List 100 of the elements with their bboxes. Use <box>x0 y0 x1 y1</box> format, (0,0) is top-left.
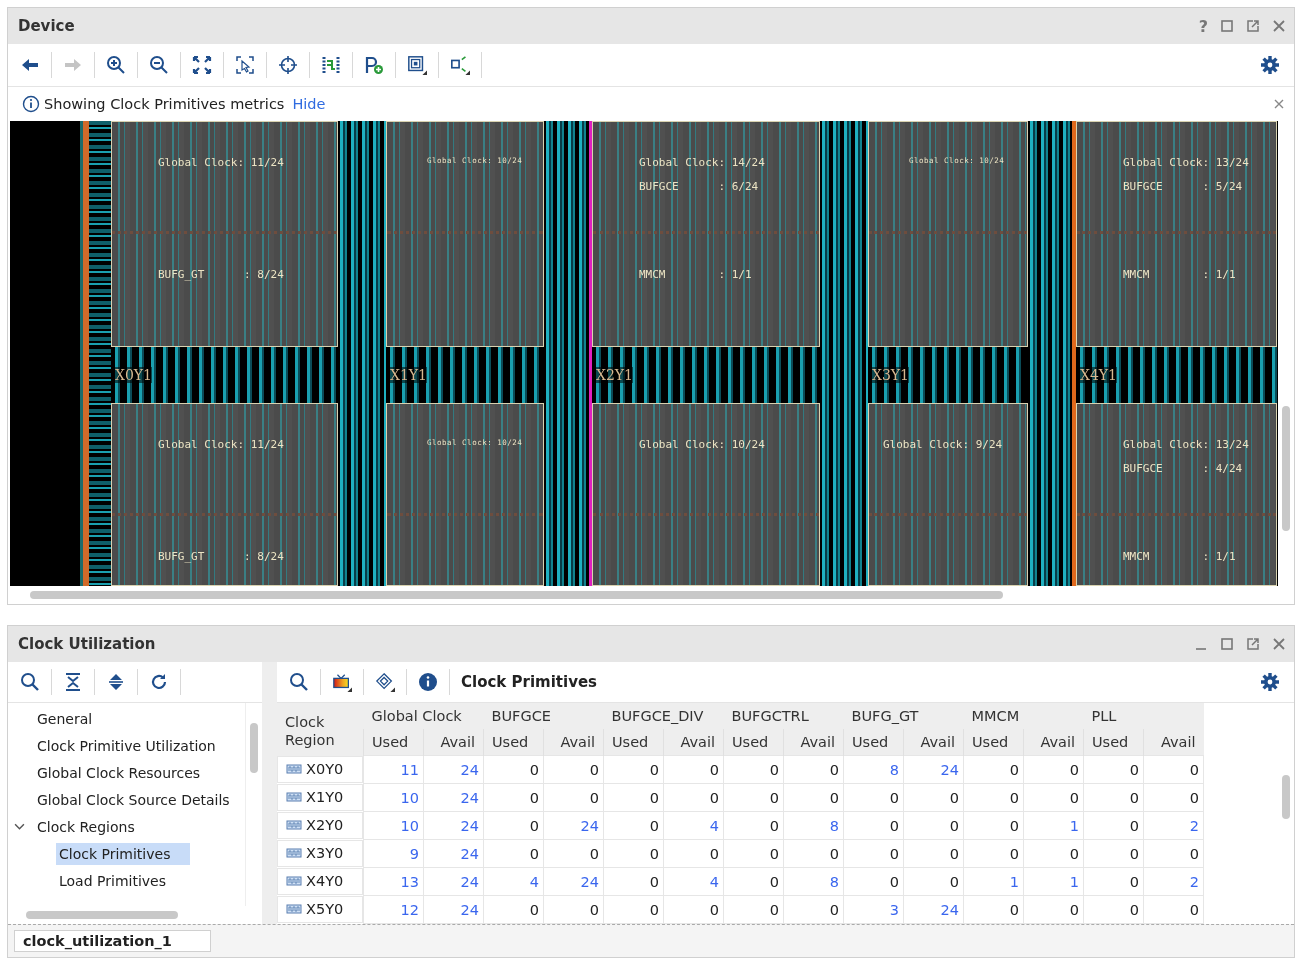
clock-region-icon <box>286 763 302 775</box>
settings-icon[interactable] <box>1260 55 1280 75</box>
route-icon[interactable] <box>321 55 341 75</box>
settings-icon[interactable] <box>1260 672 1280 692</box>
value-link[interactable]: 1 <box>963 867 1024 896</box>
resource-metric: BUFGCE : 6/24 <box>639 181 759 194</box>
region-name: X3Y0 <box>306 845 344 861</box>
column-header[interactable]: Used <box>483 729 544 756</box>
value-link[interactable]: 24 <box>423 839 484 868</box>
value-link[interactable]: 1 <box>1023 811 1084 840</box>
table-cell: 0 <box>723 755 784 784</box>
table-cell: 0 <box>603 755 664 784</box>
maximize-icon[interactable] <box>1220 637 1234 651</box>
value-link[interactable]: 8 <box>783 867 844 896</box>
help-button[interactable]: ? <box>1198 16 1208 36</box>
close-icon[interactable] <box>1272 637 1286 651</box>
tree-item[interactable]: Clock Primitive Utilization <box>34 734 219 757</box>
resource-metric: BUFGCE : 4/24 <box>1123 463 1243 476</box>
column-header[interactable]: Avail <box>663 729 724 756</box>
chevron-icon[interactable] <box>14 821 25 832</box>
clock-region-icon <box>286 819 302 831</box>
refresh-icon[interactable] <box>149 672 169 692</box>
table-cell: 0 <box>723 839 784 868</box>
tree-item[interactable]: Clock Primitives <box>56 842 191 865</box>
value-link[interactable]: 8 <box>843 755 904 784</box>
value-link[interactable]: 24 <box>423 755 484 784</box>
zoom-out-icon[interactable] <box>149 55 169 75</box>
value-link[interactable]: 10 <box>363 811 424 840</box>
value-link[interactable]: 24 <box>543 811 604 840</box>
value-link[interactable]: 2 <box>1143 811 1204 840</box>
value-link[interactable]: 1 <box>1023 867 1084 896</box>
column-header[interactable]: Avail <box>1143 729 1204 756</box>
column-header[interactable]: Used <box>363 729 424 756</box>
value-link[interactable]: 8 <box>783 811 844 840</box>
column-header[interactable]: Avail <box>1023 729 1084 756</box>
table-cell: 0 <box>1083 839 1144 868</box>
value-link[interactable]: 24 <box>423 811 484 840</box>
collapse-all-icon[interactable] <box>63 672 83 692</box>
hide-link[interactable]: Hide <box>292 96 326 112</box>
value-link[interactable]: 9 <box>363 839 424 868</box>
column-header[interactable]: Used <box>723 729 784 756</box>
heatmap-icon[interactable] <box>332 672 352 692</box>
value-link[interactable]: 12 <box>363 895 424 924</box>
close-icon[interactable] <box>1274 99 1284 109</box>
column-header[interactable]: Used <box>843 729 904 756</box>
float-icon[interactable] <box>1246 19 1260 33</box>
table-cell: 0 <box>663 839 724 868</box>
close-icon[interactable] <box>1272 19 1286 33</box>
tree-item[interactable]: General <box>34 707 96 730</box>
column-header[interactable]: Used <box>1083 729 1144 756</box>
table-cell: 0 <box>963 811 1024 840</box>
value-link[interactable]: 24 <box>903 755 964 784</box>
column-header[interactable]: Used <box>603 729 664 756</box>
zoom-in-icon[interactable] <box>106 55 126 75</box>
value-link[interactable]: 24 <box>543 867 604 896</box>
clock-region-icon <box>286 875 302 887</box>
value-link[interactable]: 4 <box>663 811 724 840</box>
expand-all-icon[interactable] <box>106 672 126 692</box>
column-header[interactable]: Used <box>963 729 1024 756</box>
value-link[interactable]: 24 <box>903 895 964 924</box>
info-message: Showing Clock Primitives metrics <box>44 96 285 112</box>
column-header[interactable]: Avail <box>423 729 484 756</box>
table-cell: 0 <box>543 895 604 924</box>
table-cell: 0 <box>1143 755 1204 784</box>
tree-item[interactable]: Load Primitives <box>56 869 169 892</box>
tree-item[interactable]: Clock Regions <box>34 815 138 838</box>
value-link[interactable]: 13 <box>363 867 424 896</box>
column-header[interactable]: Avail <box>783 729 844 756</box>
nested-squares-icon[interactable] <box>407 55 427 75</box>
value-link[interactable]: 24 <box>423 895 484 924</box>
float-icon[interactable] <box>1246 637 1260 651</box>
search-icon[interactable] <box>20 672 40 692</box>
column-header[interactable]: Avail <box>543 729 604 756</box>
search-icon[interactable] <box>289 672 309 692</box>
value-link[interactable]: 4 <box>663 867 724 896</box>
value-link[interactable]: 2 <box>1143 867 1204 896</box>
select-area-icon[interactable] <box>235 55 255 75</box>
table-cell: 0 <box>723 783 784 812</box>
value-link[interactable]: 24 <box>423 783 484 812</box>
column-header[interactable]: Clock Region <box>277 703 364 756</box>
value-link[interactable]: 24 <box>423 867 484 896</box>
result-tab[interactable]: clock_utilization_1 <box>14 930 211 952</box>
table-cell: 0 <box>603 783 664 812</box>
tree-item[interactable]: Global Clock Resources <box>34 761 204 784</box>
value-link[interactable]: 10 <box>363 783 424 812</box>
table-cell: 0 <box>843 811 904 840</box>
value-link[interactable]: 11 <box>363 755 424 784</box>
column-header[interactable]: Avail <box>903 729 964 756</box>
expand-square-icon[interactable] <box>450 55 470 75</box>
table-cell: 0 <box>783 839 844 868</box>
value-link[interactable]: 4 <box>483 867 544 896</box>
diamond-icon[interactable] <box>375 672 395 692</box>
info-icon[interactable] <box>418 672 438 692</box>
table-cell: 0 <box>723 811 784 840</box>
fit-icon[interactable] <box>192 55 212 75</box>
maximize-icon[interactable] <box>1220 19 1234 33</box>
value-link[interactable]: 3 <box>843 895 904 924</box>
table-cell: 0 <box>783 755 844 784</box>
crosshair-icon[interactable] <box>278 55 298 75</box>
tree-item[interactable]: Global Clock Source Details <box>34 788 233 811</box>
